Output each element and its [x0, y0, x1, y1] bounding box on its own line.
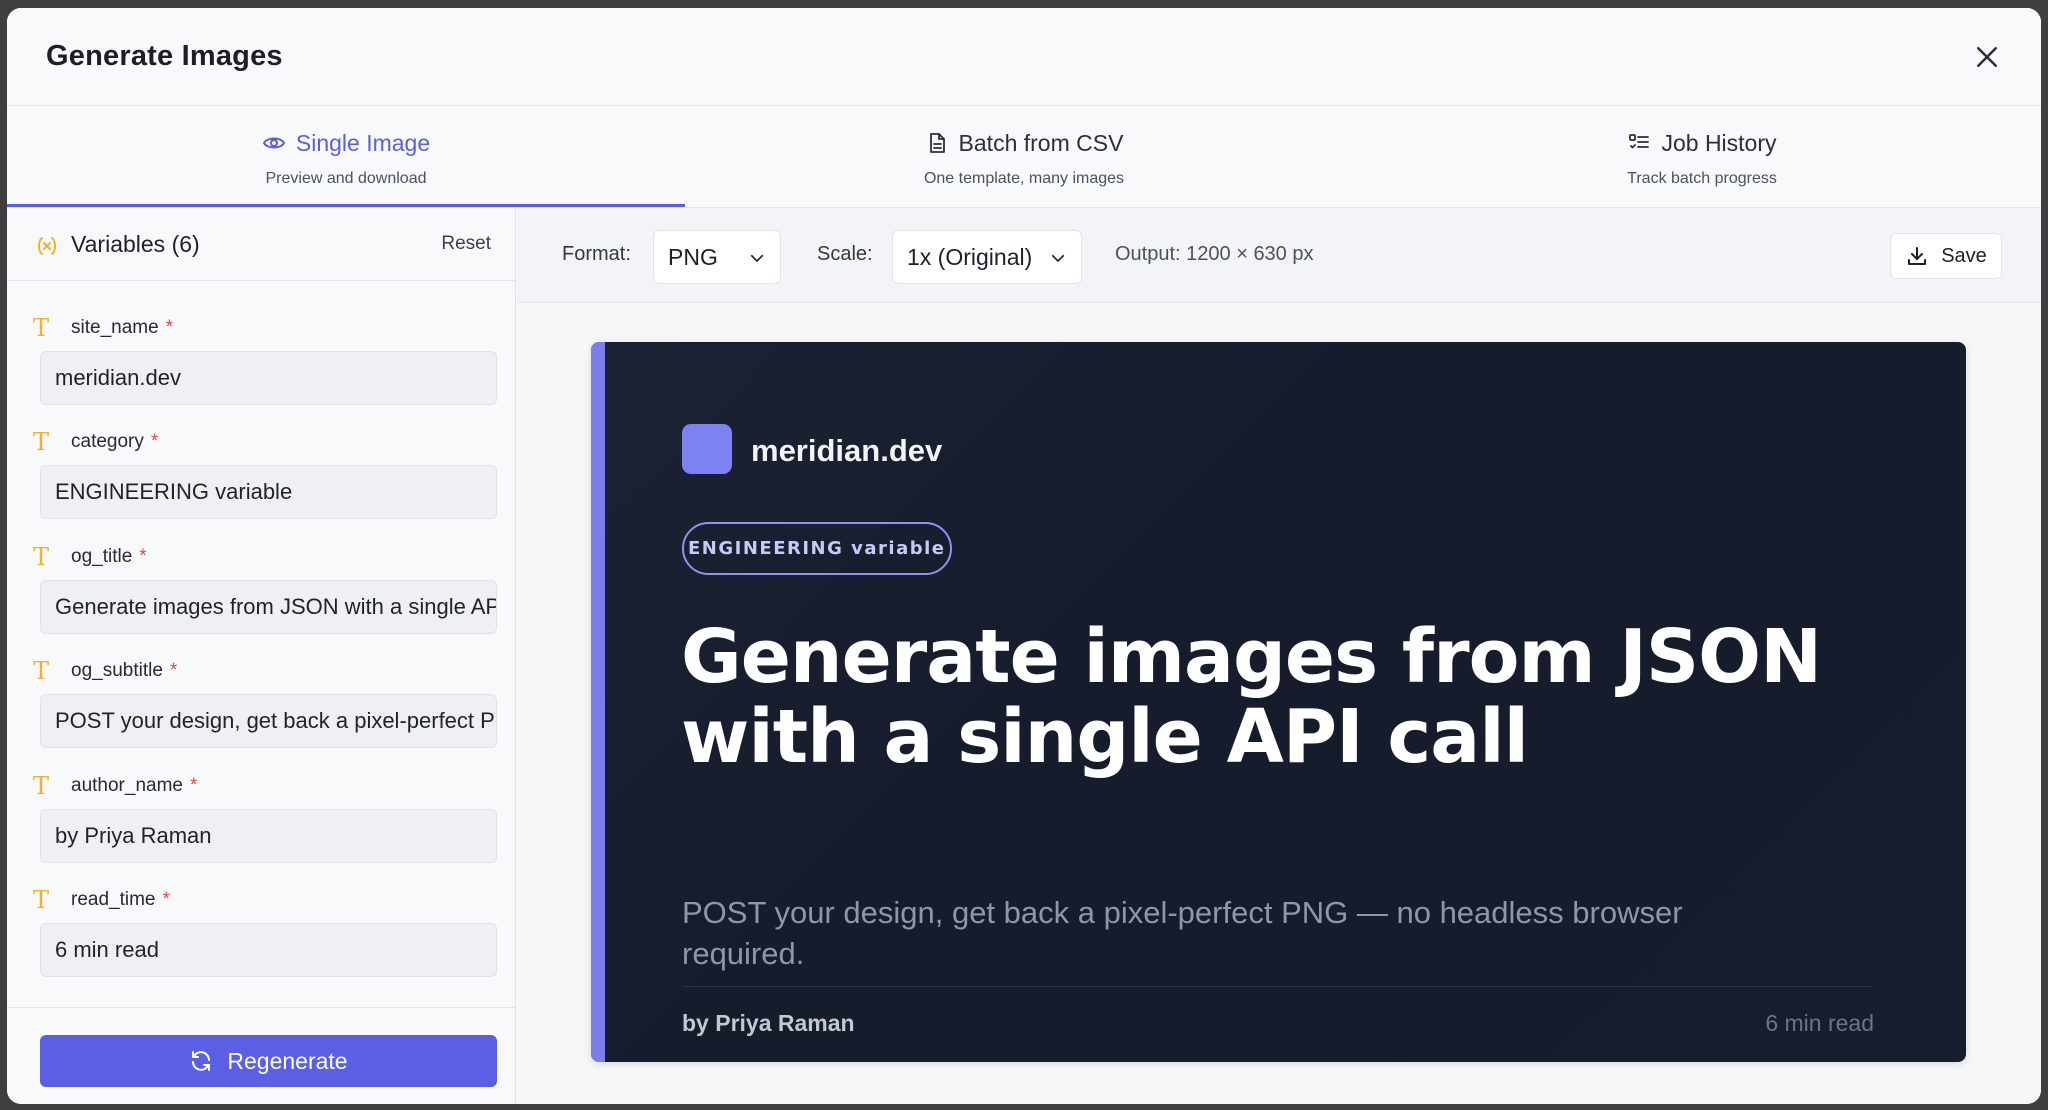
field-label: read_time: [71, 889, 156, 910]
eye-icon: [262, 137, 285, 149]
modal-header: Generate Images: [7, 8, 2041, 106]
variables-title: Variables (6): [71, 231, 200, 257]
tab-label: Job History: [1661, 129, 1777, 156]
format-value: PNG: [668, 243, 718, 270]
preview-title: Generate images from JSON with a single …: [681, 614, 1822, 780]
tab-subtitle: One template, many images: [923, 170, 1125, 187]
list-checks-icon: [1629, 134, 1650, 149]
variables-panel: Variables (6) Reset T site_name * meridi…: [7, 209, 516, 1104]
required-marker: *: [139, 546, 147, 567]
regenerate-button[interactable]: Regenerate: [40, 1035, 497, 1087]
regenerate-label: Regenerate: [227, 1047, 348, 1074]
category-input[interactable]: ENGINEERING variable: [40, 465, 497, 519]
preview-category-badge: ENGINEERING variable: [682, 522, 952, 575]
field-label: og_subtitle: [71, 660, 163, 681]
text-type-icon: T: [33, 314, 50, 342]
field-label: og_title: [71, 546, 133, 567]
field-label: author_name: [71, 775, 183, 796]
preview-site-name: meridian.dev: [751, 433, 943, 468]
accent-bar: [591, 342, 605, 1062]
tab-batch-from-csv[interactable]: Batch from CSV One template, many images: [685, 106, 1363, 208]
tab-label: Single Image: [295, 129, 431, 156]
save-label: Save: [1941, 244, 1987, 267]
text-type-icon: T: [33, 543, 50, 571]
preview-author: by Priya Raman: [682, 1010, 855, 1036]
refresh-icon: [192, 1051, 211, 1071]
text-type-icon: T: [33, 657, 50, 685]
required-marker: *: [150, 431, 159, 452]
preview-toolbar: Format: PNG Scale: 1x (Original) Output:…: [517, 209, 2041, 303]
tab-subtitle: Track batch progress: [1627, 170, 1777, 187]
tab-subtitle: Preview and download: [265, 170, 427, 187]
site-name-input[interactable]: meridian.dev: [40, 351, 497, 405]
og-subtitle-input[interactable]: POST your design, get back a pixel-perfe…: [40, 694, 497, 748]
text-type-icon: T: [33, 428, 50, 456]
preview-read-time: 6 min read: [1765, 1010, 1874, 1036]
variables-header: Variables (6) Reset: [7, 209, 516, 281]
text-type-icon: T: [33, 772, 50, 800]
scale-select[interactable]: 1x (Original): [892, 230, 1082, 284]
og-image-preview: meridian.dev ENGINEERING variable Genera…: [591, 342, 1966, 1062]
divider: [7, 1007, 516, 1008]
save-button[interactable]: Save: [1890, 233, 2002, 279]
preview-subtitle: POST your design, get back a pixel-perfe…: [682, 895, 1683, 971]
close-icon[interactable]: [1972, 42, 2002, 72]
variable-icon: [38, 237, 56, 255]
field-label: category: [71, 431, 144, 452]
scale-value: 1x (Original): [907, 243, 1033, 270]
format-select[interactable]: PNG: [653, 230, 781, 284]
file-icon: [929, 133, 945, 153]
required-marker: *: [189, 775, 198, 796]
field-label: site_name: [71, 317, 159, 338]
active-tab-indicator: [7, 204, 685, 207]
preview-panel: Format: PNG Scale: 1x (Original) Output:…: [517, 209, 2041, 1104]
generate-images-modal: Generate Images Single Image Preview and…: [7, 8, 2041, 1104]
text-type-icon: T: [33, 886, 50, 914]
chevron-down-icon: [1051, 254, 1065, 262]
chevron-down-icon: [750, 254, 764, 262]
reset-button[interactable]: Reset: [441, 233, 491, 255]
tab-bar: Single Image Preview and download Batch …: [7, 106, 2041, 208]
required-marker: *: [169, 660, 178, 681]
download-icon: [1908, 247, 1927, 265]
required-marker: *: [162, 889, 170, 910]
preview-canvas: meridian.dev ENGINEERING variable Genera…: [517, 304, 2041, 1104]
tab-label: Batch from CSV: [958, 129, 1124, 156]
modal-title: Generate Images: [46, 40, 283, 72]
required-marker: *: [165, 317, 174, 338]
tab-job-history[interactable]: Job History Track batch progress: [1363, 106, 2041, 208]
author-name-input[interactable]: by Priya Raman: [40, 809, 497, 863]
read-time-input[interactable]: 6 min read: [40, 923, 497, 977]
divider: [682, 986, 1872, 987]
scale-label: Scale:: [817, 243, 873, 265]
og-title-input[interactable]: Generate images from JSON with a single …: [40, 580, 497, 634]
format-label: Format:: [562, 243, 631, 265]
site-logo: [682, 424, 732, 474]
tab-single-image[interactable]: Single Image Preview and download: [7, 106, 685, 208]
output-size: Output: 1200 × 630 px: [1115, 243, 1314, 265]
